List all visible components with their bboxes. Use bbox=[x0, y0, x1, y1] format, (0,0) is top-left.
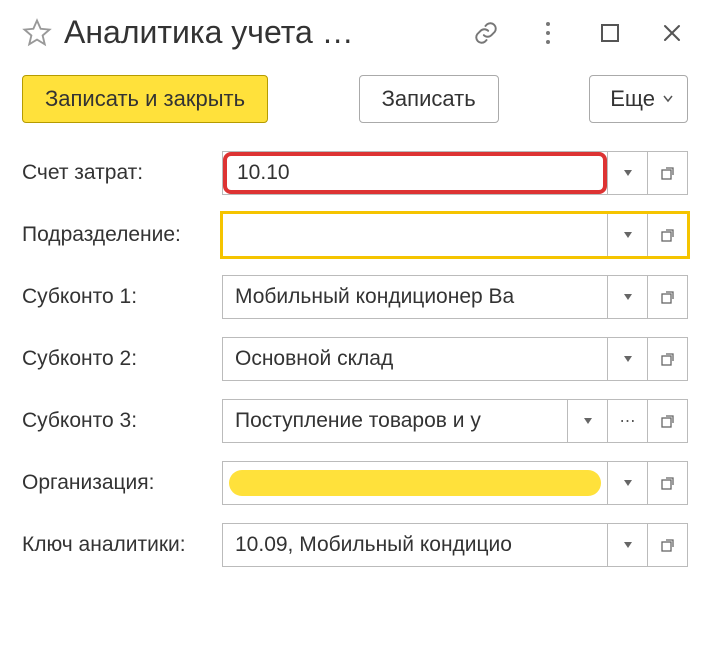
close-icon[interactable] bbox=[656, 17, 688, 49]
label-division: Подразделение: bbox=[22, 223, 212, 247]
field-subkonto3: ⋯ bbox=[222, 399, 688, 443]
input-subkonto2[interactable] bbox=[223, 338, 607, 380]
input-subkonto3[interactable] bbox=[223, 400, 567, 442]
row-organization: Организация: bbox=[22, 461, 688, 505]
more-button-label: Еще bbox=[610, 86, 655, 112]
favorite-star-icon[interactable] bbox=[22, 18, 52, 48]
row-division: Подразделение: bbox=[22, 213, 688, 257]
save-button[interactable]: Записать bbox=[359, 75, 499, 123]
save-and-close-button[interactable]: Записать и закрыть bbox=[22, 75, 268, 123]
open-icon[interactable] bbox=[647, 524, 687, 566]
dropdown-icon[interactable] bbox=[607, 214, 647, 256]
label-subkonto3: Субконто 3: bbox=[22, 409, 212, 433]
row-subkonto1: Субконто 1: bbox=[22, 275, 688, 319]
input-analytics-key[interactable] bbox=[223, 524, 607, 566]
dropdown-icon[interactable] bbox=[567, 400, 607, 442]
dropdown-icon[interactable] bbox=[607, 276, 647, 318]
open-icon[interactable] bbox=[647, 338, 687, 380]
input-division[interactable] bbox=[223, 214, 607, 256]
field-cost-account bbox=[222, 151, 688, 195]
row-analytics-key: Ключ аналитики: bbox=[22, 523, 688, 567]
field-organization bbox=[222, 461, 688, 505]
field-subkonto2 bbox=[222, 337, 688, 381]
dropdown-icon[interactable] bbox=[607, 524, 647, 566]
field-division bbox=[222, 213, 688, 257]
page-title: Аналитика учета … bbox=[64, 14, 458, 51]
input-organization-redacted[interactable] bbox=[223, 462, 607, 504]
titlebar-actions bbox=[470, 17, 688, 49]
ellipsis-icon[interactable]: ⋯ bbox=[607, 400, 647, 442]
dropdown-icon[interactable] bbox=[607, 338, 647, 380]
open-icon[interactable] bbox=[647, 214, 687, 256]
input-subkonto1[interactable] bbox=[223, 276, 607, 318]
more-button[interactable]: Еще bbox=[589, 75, 688, 123]
form: Счет затрат: Подразделение: Субконто 1: bbox=[22, 151, 688, 567]
label-subkonto1: Субконто 1: bbox=[22, 285, 212, 309]
field-analytics-key bbox=[222, 523, 688, 567]
open-icon[interactable] bbox=[647, 462, 687, 504]
label-organization: Организация: bbox=[22, 471, 212, 495]
link-icon[interactable] bbox=[470, 17, 502, 49]
label-analytics-key: Ключ аналитики: bbox=[22, 533, 212, 557]
row-subkonto2: Субконто 2: bbox=[22, 337, 688, 381]
row-cost-account: Счет затрат: bbox=[22, 151, 688, 195]
toolbar: Записать и закрыть Записать Еще bbox=[22, 75, 688, 123]
titlebar: Аналитика учета … bbox=[22, 14, 688, 51]
maximize-icon[interactable] bbox=[594, 17, 626, 49]
row-subkonto3: Субконто 3: ⋯ bbox=[22, 399, 688, 443]
dropdown-icon[interactable] bbox=[607, 462, 647, 504]
label-subkonto2: Субконто 2: bbox=[22, 347, 212, 371]
input-cost-account[interactable] bbox=[225, 154, 605, 192]
label-cost-account: Счет затрат: bbox=[22, 161, 212, 185]
dropdown-icon[interactable] bbox=[607, 152, 647, 194]
open-icon[interactable] bbox=[647, 276, 687, 318]
open-icon[interactable] bbox=[647, 152, 687, 194]
chevron-down-icon bbox=[663, 92, 673, 106]
field-subkonto1 bbox=[222, 275, 688, 319]
open-icon[interactable] bbox=[647, 400, 687, 442]
kebab-menu-icon[interactable] bbox=[532, 17, 564, 49]
